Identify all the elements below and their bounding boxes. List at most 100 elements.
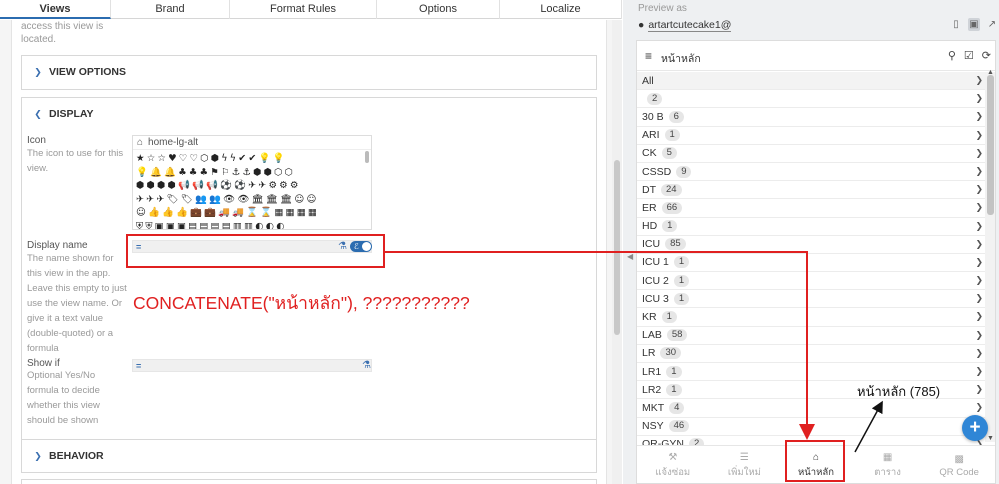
nav-item-repair[interactable]: ⚒ แจ้งซ่อม	[637, 446, 709, 483]
list-item[interactable]: ARI 1 ❯	[637, 127, 985, 145]
icon-grid[interactable]: ★☆☆♥♡♡⬡⬢ϟϟ✔✔💡💡 💡🔔🔔♣♣♣⚑⚐⚓⚓⬢⬢⬡⬡ ⬢⬢⬢⬢📢📢📢⚽⚽✈✈⚙…	[133, 150, 371, 230]
list-item[interactable]: ICU 85 ❯	[637, 236, 985, 254]
list-item[interactable]: MKT 4 ❯	[637, 399, 985, 418]
preview-user-email[interactable]: artartcutecake1@	[648, 19, 732, 32]
icon-grid-row[interactable]: ✈✈✈🏷🏷👥👥👁👁🏛🏛🏛☺☺	[136, 193, 368, 207]
tab-format-rules[interactable]: Format Rules	[230, 0, 377, 19]
display-section-header[interactable]: ❮ DISPLAY	[22, 98, 596, 131]
count-badge: 5	[661, 147, 677, 160]
list-item[interactable]: LAB 58 ❯	[637, 327, 985, 345]
icon-picker[interactable]: ⌂ home-lg-alt ★☆☆♥♡♡⬡⬢ϟϟ✔✔💡💡 💡🔔🔔♣♣♣⚑⚐⚓⚓⬢⬢…	[132, 135, 372, 230]
list-item[interactable]: KR 1 ❯	[637, 308, 985, 327]
select-all-icon[interactable]: ☑	[964, 49, 974, 62]
icon-grid-row[interactable]: ⛨⛨▣▣▣▤▤▤▤▥▥◐◐◐	[136, 220, 368, 230]
chevron-right-icon: ❯	[975, 75, 983, 85]
editor-scrollbar-thumb[interactable]	[614, 160, 620, 335]
chevron-right-icon: ❯	[975, 402, 983, 413]
add-fab-button[interactable]: +	[962, 415, 988, 441]
count-badge: 6	[668, 110, 684, 123]
count-badge: 2	[647, 92, 663, 105]
scroll-down-icon[interactable]: ▼	[987, 435, 994, 442]
icon-grid-row[interactable]: ⬢⬢⬢⬢📢📢📢⚽⚽✈✈⚙⚙⚙	[136, 179, 368, 193]
refresh-icon[interactable]: ⟳	[982, 49, 991, 62]
icon-picker-scrollbar[interactable]	[365, 151, 369, 163]
list-item[interactable]: ICU 1 1 ❯	[637, 254, 985, 273]
position-help-text: access this view is located.	[21, 21, 104, 45]
list-scrollbar-thumb[interactable]	[987, 75, 994, 215]
list-item[interactable]: CK 5 ❯	[637, 145, 985, 163]
list-item-name: DT	[642, 183, 656, 196]
count-badge: 1	[673, 274, 690, 287]
home-nav-highlight-box	[785, 440, 845, 482]
chevron-right-icon: ❯	[975, 329, 983, 340]
list-item[interactable]: All ❯	[637, 72, 985, 91]
chevron-right-icon: ❯	[975, 111, 983, 122]
chevron-right-icon: ❯	[975, 256, 983, 267]
nav-item-qr-code[interactable]: ▩ QR Code	[923, 446, 995, 483]
collapse-preview-icon[interactable]: ◀	[627, 252, 633, 261]
count-badge: 46	[668, 420, 690, 433]
count-badge: 66	[661, 201, 683, 214]
icon-search-input[interactable]: home-lg-alt	[148, 136, 198, 150]
count-badge: 58	[666, 329, 688, 342]
list-item[interactable]: 30 B 6 ❯	[637, 108, 985, 127]
mobile-icon[interactable]: ▯	[950, 18, 962, 31]
chevron-down-icon: ❯	[34, 451, 42, 461]
nav-item-add-new[interactable]: ☰ เพิ่มใหม่	[709, 446, 781, 483]
formula-annotation: CONCATENATE("หน้าหลัก"), ???????????	[133, 293, 470, 313]
tab-localize[interactable]: Localize	[500, 0, 622, 19]
count-badge: 85	[665, 238, 686, 251]
tab-brand[interactable]: Brand	[111, 0, 230, 19]
app-title: หน้าหลัก	[661, 53, 701, 65]
list-item[interactable]: NSY46❯	[637, 418, 985, 436]
list-item[interactable]: ICU 2 1 ❯	[637, 272, 985, 291]
count-badge: 30	[660, 347, 682, 360]
tablet-icon[interactable]: ▣	[968, 18, 980, 31]
list-item[interactable]: ER 66 ❯	[637, 199, 985, 218]
chevron-right-icon: ❯	[975, 311, 983, 322]
home-icon: ⌂	[137, 136, 144, 148]
tab-views[interactable]: Views	[0, 0, 111, 19]
list-item-name: HD	[642, 220, 658, 233]
list-item[interactable]: HD 1 ❯	[637, 218, 985, 236]
nav-item-table[interactable]: ▦ ตาราง	[852, 446, 924, 483]
icon-grid-row[interactable]: ★☆☆♥♡♡⬡⬢ϟϟ✔✔💡💡	[136, 152, 368, 166]
sort-menu-icon[interactable]: ≡	[645, 49, 652, 63]
list-item-name: KR	[642, 311, 657, 324]
list-item[interactable]: DT 24 ❯	[637, 181, 985, 200]
list-item-name: NSY	[642, 420, 664, 433]
search-icon[interactable]: ⚲	[948, 49, 956, 62]
external-link-icon[interactable]: ↗	[986, 18, 998, 31]
list-item-name: LR	[642, 347, 656, 360]
section-title: VIEW OPTIONS	[49, 66, 127, 78]
app-bar: ≡ หน้าหลัก ⚲ ☑ ⟳	[637, 41, 995, 71]
count-badge: 1	[664, 129, 680, 142]
display-name-help: The name shown for this view in the app.…	[27, 253, 127, 354]
next-section[interactable]	[21, 479, 597, 484]
list-item[interactable]: LR 30 ❯	[637, 345, 985, 363]
list-item[interactable]: ICU 3 1 ❯	[637, 290, 985, 309]
view-options-section[interactable]: ❯ VIEW OPTIONS	[21, 55, 597, 90]
list-item-name: MKT	[642, 401, 665, 414]
app-preview: ≡ หน้าหลัก ⚲ ☑ ⟳ All ❯ 2 ❯ 30 B 6 ❯ ARI 1 ❯ CK 5 ❯ CS…	[636, 40, 996, 484]
list-icon: ☰	[739, 451, 749, 463]
tools-icon: ⚒	[668, 451, 678, 463]
flask-icon[interactable]: ⚗	[362, 360, 371, 372]
list-item-name: LR2	[642, 383, 662, 396]
count-badge: 9	[676, 165, 692, 178]
preview-user[interactable]: ● artartcutecake1@	[638, 17, 732, 33]
behavior-section[interactable]: ❯ BEHAVIOR	[21, 439, 597, 473]
icon-grid-row[interactable]: ☺👍👍👍💼💼🚚🚚⌛⌛▦▦▦▦	[136, 206, 368, 220]
list-item[interactable]: CSSD 9 ❯	[637, 163, 985, 182]
count-badge: 4	[669, 401, 685, 414]
nav-label: QR Code	[939, 466, 979, 478]
show-if-expression-field[interactable]: = ⚗	[132, 359, 372, 372]
display-section: ❮ DISPLAY Icon The icon to use for this …	[21, 97, 597, 449]
list-item[interactable]: LR1 1 ❯	[637, 363, 985, 382]
chevron-right-icon: ❯	[975, 165, 983, 176]
scroll-up-icon[interactable]: ▲	[987, 69, 994, 76]
preview-as-label: Preview as	[638, 3, 687, 14]
tab-options[interactable]: Options	[377, 0, 500, 19]
icon-grid-row[interactable]: 💡🔔🔔♣♣♣⚑⚐⚓⚓⬢⬢⬡⬡	[136, 166, 368, 180]
list-item[interactable]: 2 ❯	[637, 90, 985, 109]
